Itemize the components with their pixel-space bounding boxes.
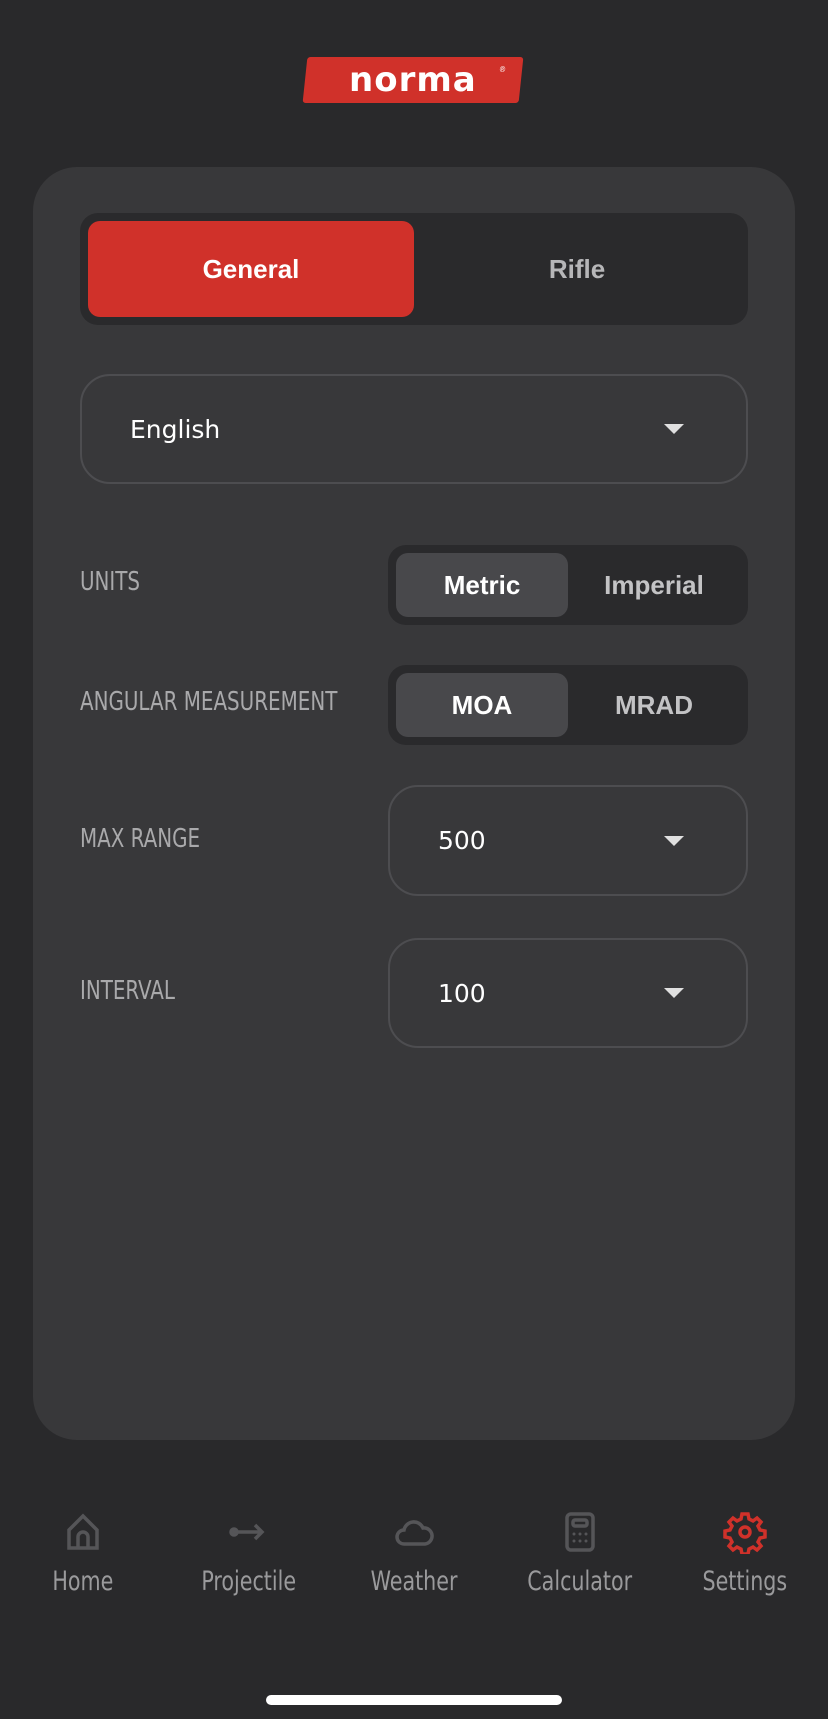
units-metric[interactable]: Metric [396,553,568,617]
tab-general[interactable]: General [88,221,414,317]
interval-value: 100 [438,978,486,1008]
units-label: UNITS [80,567,141,597]
nav-weather[interactable]: Weather [331,1510,497,1597]
chevron-down-icon [664,835,684,846]
norma-logo: norma ® [302,57,524,103]
max-range-value: 500 [438,826,486,855]
angular-toggle: MOA MRAD [388,665,748,745]
angular-label: ANGULAR MEASUREMENT [80,687,338,717]
nav-settings[interactable]: Settings [662,1510,828,1597]
angular-mrad[interactable]: MRAD [568,673,740,737]
cloud-icon [395,1520,434,1546]
home-indicator[interactable] [266,1695,562,1705]
nav-projectile[interactable]: Projectile [166,1510,332,1597]
chevron-down-icon [664,424,684,434]
max-range-label: MAX RANGE [80,824,201,854]
gear-icon [723,1512,767,1554]
units-toggle: Metric Imperial [388,545,748,625]
language-value: English [130,414,221,444]
nav-home[interactable]: Home [0,1510,166,1597]
units-imperial[interactable]: Imperial [568,553,740,617]
max-range-dropdown[interactable]: 500 [388,785,748,896]
language-dropdown[interactable]: English [80,374,748,484]
projectile-icon [229,1523,265,1541]
chevron-down-icon [664,988,684,998]
angular-moa[interactable]: MOA [396,673,568,737]
bottom-nav: Home Projectile Weather Calculator Setti… [0,1510,828,1597]
home-icon [67,1513,99,1550]
interval-dropdown[interactable]: 100 [388,938,748,1048]
interval-label: INTERVAL [80,976,175,1006]
nav-calculator[interactable]: Calculator [497,1510,663,1597]
settings-tabs: General Rifle [80,213,748,325]
tab-rifle[interactable]: Rifle [414,221,740,317]
calculator-icon [564,1512,595,1552]
